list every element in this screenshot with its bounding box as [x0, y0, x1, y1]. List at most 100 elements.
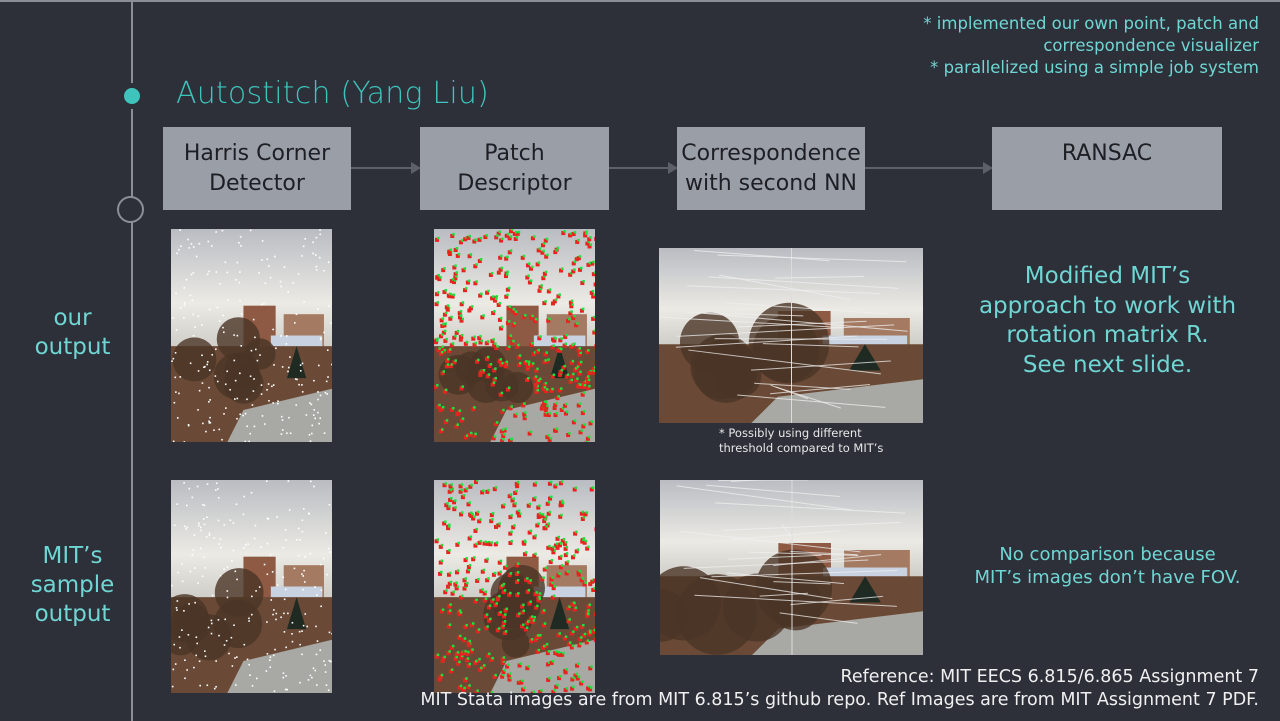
implementation-notes: * implemented our own point, patch and c… [923, 13, 1259, 79]
corner-point [178, 248, 180, 251]
corner-point [176, 600, 179, 602]
corner-point [246, 398, 248, 401]
patch-marker [573, 419, 577, 422]
correspondence-caption: * Possibly using different threshold com… [719, 426, 883, 456]
corner-point [301, 573, 303, 575]
corner-point [176, 252, 178, 255]
corner-point [260, 546, 262, 548]
patch-marker [573, 268, 576, 271]
patch-marker [590, 420, 594, 423]
corner-point [210, 245, 213, 247]
patch-marker [486, 625, 489, 628]
corner-point [281, 429, 284, 431]
corner-point [172, 357, 175, 360]
corner-point [265, 670, 268, 672]
patch-marker [471, 512, 474, 516]
patch-marker [487, 373, 491, 376]
corner-point [201, 354, 203, 357]
corner-point [198, 522, 200, 525]
corner-point [175, 607, 178, 609]
corner-point [251, 404, 254, 406]
patch-marker [535, 591, 538, 594]
corner-point [244, 544, 247, 546]
patch-marker [549, 480, 553, 484]
patch-marker [485, 234, 488, 237]
patch-marker [504, 630, 508, 633]
patch-marker [470, 431, 473, 435]
patch-marker [575, 672, 578, 676]
patch-marker [517, 592, 520, 595]
corner-point [275, 618, 277, 621]
patch-marker [469, 253, 473, 256]
patch-marker [553, 585, 557, 588]
corner-point [173, 401, 176, 404]
corner-point [298, 539, 301, 541]
patch-marker [537, 261, 541, 264]
patch-marker [446, 502, 449, 505]
corner-point [240, 313, 243, 315]
corner-point [213, 687, 216, 690]
corner-point [246, 658, 249, 661]
corner-point [248, 617, 250, 620]
patch-marker [510, 437, 513, 441]
corner-point [193, 666, 195, 669]
corner-point [331, 632, 332, 635]
corner-point [243, 547, 245, 549]
corner-point [325, 532, 327, 534]
patch-marker [464, 650, 467, 653]
patch-marker [448, 525, 451, 528]
patch-marker [573, 601, 576, 605]
patch-marker [556, 683, 559, 687]
credits-text: MIT Stata images are from MIT 6.815’s gi… [420, 690, 1259, 710]
corner-point [203, 523, 206, 526]
patch-marker [474, 238, 477, 241]
corner-point [313, 485, 315, 488]
patch-marker [491, 518, 494, 521]
corner-point [249, 229, 252, 232]
patch-marker [545, 642, 549, 646]
patch-marker [583, 423, 586, 426]
patch-marker [512, 497, 516, 500]
patch-marker [558, 293, 561, 296]
corner-point [315, 265, 318, 268]
corner-point [197, 409, 199, 411]
corner-point [206, 684, 209, 687]
patch-marker [594, 236, 595, 241]
patch-marker [500, 266, 504, 270]
corner-point [239, 372, 241, 375]
patch-marker [473, 335, 476, 339]
patch-marker [576, 548, 580, 551]
patch-marker [498, 230, 502, 234]
patch-marker [580, 266, 583, 270]
corner-point [288, 509, 291, 511]
corner-point [202, 556, 205, 559]
patch-marker [587, 612, 590, 616]
patch-marker [461, 511, 464, 514]
corner-point [205, 430, 207, 433]
corner-point [279, 280, 282, 283]
patch-marker [445, 419, 449, 422]
corner-point [326, 393, 329, 395]
patch-marker [452, 406, 455, 410]
corner-point [273, 690, 276, 693]
corner-point [205, 536, 208, 538]
corner-point [269, 656, 272, 658]
patch-marker [465, 287, 468, 290]
corner-point [172, 668, 175, 671]
patch-marker [513, 322, 516, 325]
patch-marker [507, 320, 511, 323]
patch-marker [593, 612, 595, 617]
corner-point [327, 689, 330, 692]
corner-point [185, 504, 188, 507]
patch-marker [585, 511, 589, 514]
side-note-modified: Modified MIT’s approach to work with rot… [960, 262, 1255, 380]
corner-point [202, 518, 205, 520]
corner-point [303, 507, 305, 510]
corner-point [254, 524, 257, 527]
patch-marker [537, 648, 541, 652]
patch-marker [436, 538, 440, 541]
corner-point [243, 495, 245, 498]
corner-point [234, 570, 237, 573]
patch-marker [582, 391, 586, 395]
corner-point [217, 496, 220, 499]
